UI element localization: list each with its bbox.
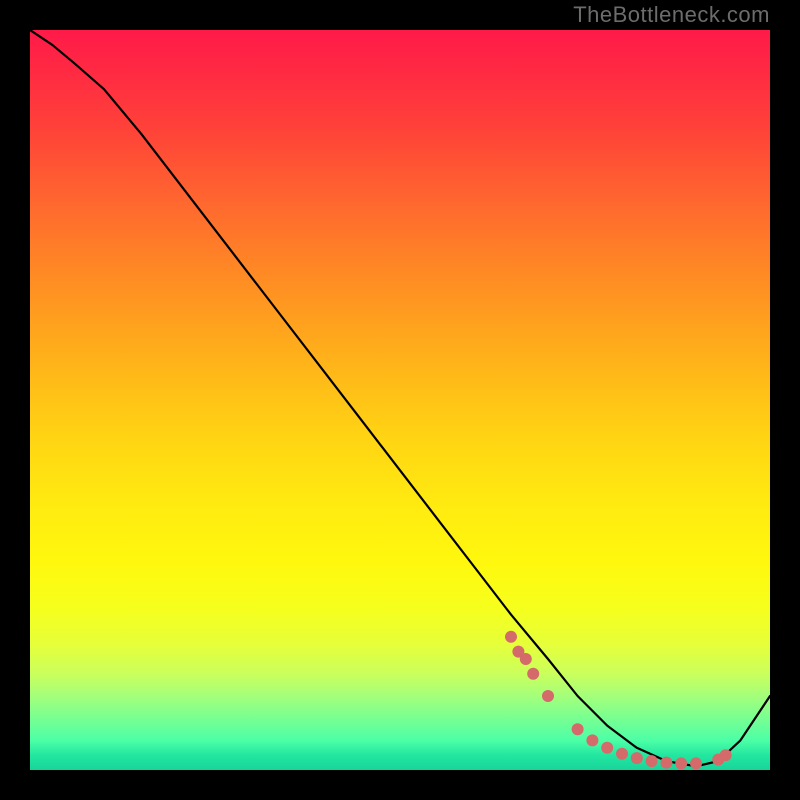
data-point (646, 755, 658, 767)
watermark-text: TheBottleneck.com (573, 2, 770, 28)
data-point (660, 757, 672, 769)
data-point (572, 723, 584, 735)
data-point (542, 690, 554, 702)
plot-area (30, 30, 770, 770)
chart-frame: TheBottleneck.com (0, 0, 800, 800)
data-point (675, 757, 687, 769)
data-point (616, 748, 628, 760)
bottleneck-curve (30, 30, 770, 770)
data-point (631, 752, 643, 764)
data-point (505, 631, 517, 643)
data-point (527, 668, 539, 680)
data-point (720, 749, 732, 761)
data-point (690, 757, 702, 769)
data-point (586, 734, 598, 746)
curve-line (30, 30, 770, 766)
data-point (520, 653, 532, 665)
data-point (601, 742, 613, 754)
